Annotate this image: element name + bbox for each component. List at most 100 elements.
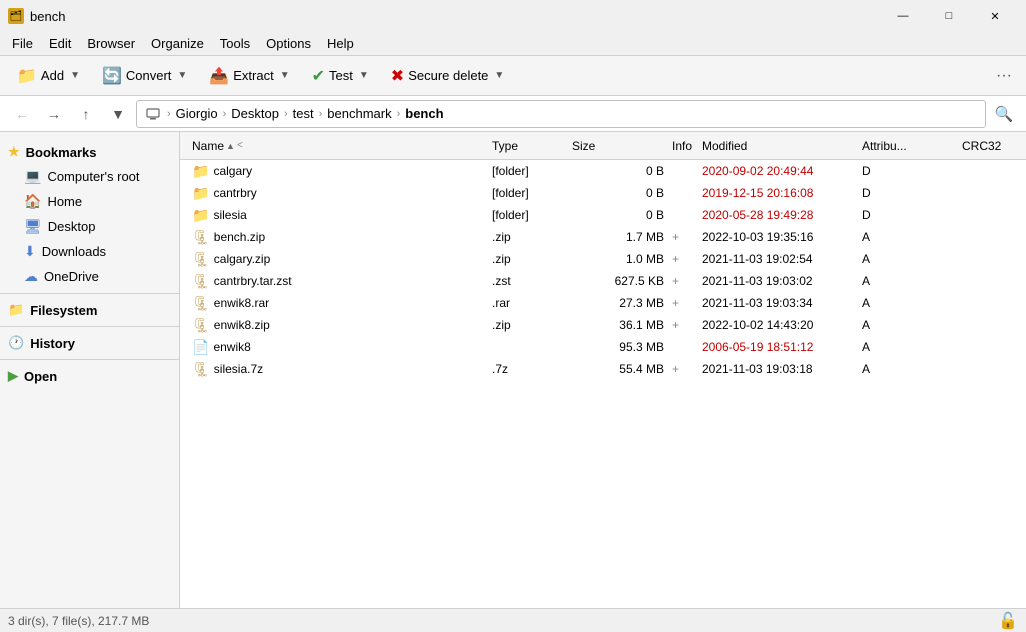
file-name: calgary.zip (214, 252, 270, 266)
sidebar-open-header[interactable]: ▶ Open (0, 364, 179, 388)
plus-icon: + (672, 296, 679, 310)
menu-help[interactable]: Help (319, 34, 362, 53)
sidebar-history-section: 🕐 History (0, 331, 179, 355)
menu-edit[interactable]: Edit (41, 34, 79, 53)
minimize-button[interactable]: — (880, 0, 926, 32)
sidebar: ★ Bookmarks 💻 Computer's root 🏠 Home 🖥 D… (0, 132, 180, 608)
search-button[interactable]: 🔍 (990, 100, 1018, 128)
forward-button[interactable]: → (40, 100, 68, 128)
breadcrumb-desktop[interactable]: Desktop (228, 105, 282, 122)
file-type-cell: .rar (488, 296, 568, 310)
table-row[interactable]: 🗜 enwik8.zip .zip 36.1 MB + 2022-10-02 1… (180, 314, 1026, 336)
add-dropdown-icon: ▼ (70, 70, 80, 81)
table-row[interactable]: 📄 enwik8 95.3 MB 2006-05-19 18:51:12 A (180, 336, 1026, 358)
file-name-cell: 📄 enwik8 (188, 339, 488, 356)
plus-icon: + (672, 318, 679, 332)
file-attrib-cell: D (858, 186, 958, 200)
table-row[interactable]: 🗜 calgary.zip .zip 1.0 MB + 2021-11-03 1… (180, 248, 1026, 270)
col-info[interactable]: Info (668, 137, 698, 155)
file-attrib-cell: D (858, 208, 958, 222)
col-attrib[interactable]: Attribu... (858, 137, 958, 155)
menu-browser[interactable]: Browser (79, 34, 143, 53)
up-button[interactable]: ↑ (72, 100, 100, 128)
test-label: Test (329, 68, 353, 83)
file-attrib-cell: A (858, 362, 958, 376)
sidebar-history-header[interactable]: 🕐 History (0, 331, 179, 355)
test-dropdown-icon: ▼ (359, 70, 369, 81)
history-icon: 🕐 (8, 335, 24, 351)
sidebar-item-home[interactable]: 🏠 Home (0, 189, 179, 214)
open-icon: ▶ (8, 368, 18, 384)
table-row[interactable]: 📁 calgary [folder] 0 B 2020-09-02 20:49:… (180, 160, 1026, 182)
breadcrumb-test[interactable]: test (290, 105, 317, 122)
sep4: › (319, 108, 323, 120)
file-modified-cell: 2022-10-03 19:35:16 (698, 230, 858, 244)
file-type-cell: .zip (488, 230, 568, 244)
sidebar-bookmarks-section: ★ Bookmarks 💻 Computer's root 🏠 Home 🖥 D… (0, 140, 179, 289)
sidebar-home-label: Home (47, 194, 82, 209)
sep1: › (167, 108, 171, 120)
add-button[interactable]: 📁 Add ▼ (8, 61, 89, 91)
main: ★ Bookmarks 💻 Computer's root 🏠 Home 🖥 D… (0, 132, 1026, 608)
sidebar-item-desktop[interactable]: 🖥 Desktop (0, 214, 179, 239)
test-button[interactable]: ✔ Test ▼ (303, 61, 378, 91)
extract-dropdown-icon: ▼ (280, 70, 290, 81)
sidebar-filesystem-label: Filesystem (30, 303, 97, 318)
extract-button[interactable]: 📤 Extract ▼ (200, 61, 298, 91)
plus-icon: + (672, 362, 679, 376)
file-modified-cell: 2020-09-02 20:49:44 (698, 164, 858, 178)
test-icon: ✔ (312, 66, 325, 86)
file-rows-container: 📁 calgary [folder] 0 B 2020-09-02 20:49:… (180, 160, 1026, 380)
table-row[interactable]: 🗜 enwik8.rar .rar 27.3 MB + 2021-11-03 1… (180, 292, 1026, 314)
statusbar: 3 dir(s), 7 file(s), 217.7 MB 🔓 (0, 608, 1026, 632)
menu-options[interactable]: Options (258, 34, 319, 53)
back-button[interactable]: ← (8, 100, 36, 128)
breadcrumb-benchmark[interactable]: benchmark (324, 105, 394, 122)
menu-file[interactable]: File (4, 34, 41, 53)
file-name: enwik8.zip (214, 318, 270, 332)
sidebar-downloads-label: Downloads (42, 244, 106, 259)
breadcrumb-giorgio[interactable]: Giorgio (173, 105, 221, 122)
titlebar: 🗂 bench — □ ✕ (0, 0, 1026, 32)
file-type-cell: [folder] (488, 208, 568, 222)
col-crc32[interactable]: CRC32 (958, 137, 1026, 155)
table-row[interactable]: 🗜 cantrbry.tar.zst .zst 627.5 KB + 2021-… (180, 270, 1026, 292)
table-row[interactable]: 🗜 bench.zip .zip 1.7 MB + 2022-10-03 19:… (180, 226, 1026, 248)
toolbar-more-button[interactable]: ··· (990, 63, 1018, 89)
file-icon: 🗜 (192, 361, 210, 378)
file-name-cell: 🗜 cantrbry.tar.zst (188, 273, 488, 290)
sidebar-item-computers-root[interactable]: 💻 Computer's root (0, 164, 179, 189)
dropdown-button[interactable]: ▼ (104, 100, 132, 128)
col-name[interactable]: Name ▲ < (188, 137, 488, 155)
sidebar-bookmarks-header[interactable]: ★ Bookmarks (0, 140, 179, 164)
file-icon: 📄 (192, 339, 209, 356)
table-row[interactable]: 📁 cantrbry [folder] 0 B 2019-12-15 20:16… (180, 182, 1026, 204)
file-name: cantrbry (213, 186, 256, 200)
maximize-button[interactable]: □ (926, 0, 972, 32)
sidebar-item-downloads[interactable]: ⬇ Downloads (0, 239, 179, 264)
table-row[interactable]: 🗜 silesia.7z .7z 55.4 MB + 2021-11-03 19… (180, 358, 1026, 380)
col-type[interactable]: Type (488, 137, 568, 155)
secure-delete-button[interactable]: ✖ Secure delete ▼ (382, 61, 514, 91)
menu-organize[interactable]: Organize (143, 34, 212, 53)
convert-icon: 🔄 (102, 66, 122, 86)
file-icon: 🗜 (192, 273, 210, 290)
file-attrib-cell: A (858, 230, 958, 244)
col-size[interactable]: Size (568, 137, 668, 155)
menu-tools[interactable]: Tools (212, 34, 258, 53)
computer-breadcrumb[interactable] (143, 105, 165, 123)
lock-icon: 🔓 (998, 611, 1018, 631)
add-icon: 📁 (17, 66, 37, 86)
filelist: Name ▲ < Type Size Info Modified Attribu… (180, 132, 1026, 608)
sidebar-desktop-label: Desktop (48, 219, 96, 234)
sidebar-item-onedrive[interactable]: ☁ OneDrive (0, 264, 179, 289)
col-modified[interactable]: Modified (698, 137, 858, 155)
breadcrumb-bench[interactable]: bench (402, 105, 446, 122)
filelist-header: Name ▲ < Type Size Info Modified Attribu… (180, 132, 1026, 160)
convert-button[interactable]: 🔄 Convert ▼ (93, 61, 196, 91)
file-size-cell: 0 B (568, 208, 668, 222)
close-button[interactable]: ✕ (972, 0, 1018, 32)
file-attrib-cell: A (858, 318, 958, 332)
sidebar-filesystem-header[interactable]: 📁 Filesystem (0, 298, 179, 322)
table-row[interactable]: 📁 silesia [folder] 0 B 2020-05-28 19:49:… (180, 204, 1026, 226)
